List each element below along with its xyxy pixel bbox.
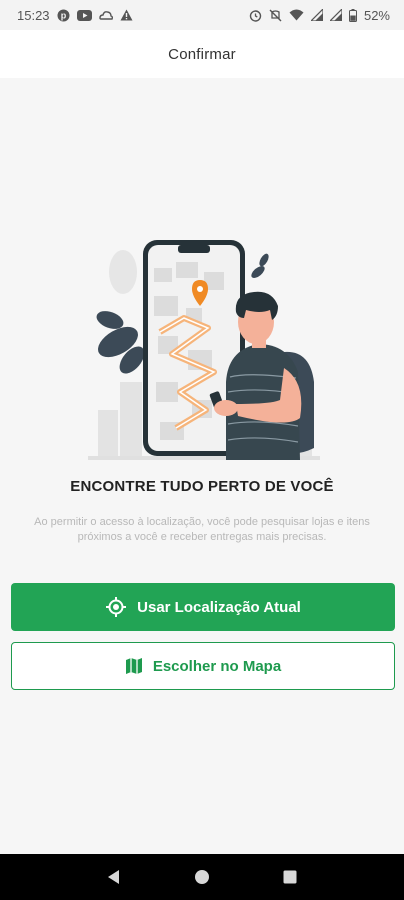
status-bar-left: 15:23 p <box>17 8 133 23</box>
svg-text:p: p <box>60 10 66 20</box>
recents-icon <box>283 870 297 884</box>
description: Ao permitir o acesso à localização, você… <box>34 516 370 543</box>
app-bar: Confirmar <box>0 30 404 78</box>
back-icon <box>108 870 119 884</box>
choose-on-map-label: Escolher no Mapa <box>152 657 282 675</box>
location-target-icon <box>105 596 127 618</box>
status-bar: 15:23 p 52% <box>0 0 404 30</box>
headline: ENCONTRE TUDO PERTO DE VOCÊ <box>70 478 334 495</box>
wifi-icon <box>289 9 304 21</box>
map-icon <box>125 657 143 675</box>
status-time: 15:23 <box>17 7 50 23</box>
battery-icon <box>348 8 357 22</box>
recents-button[interactable] <box>270 857 310 897</box>
cloud-icon <box>98 10 113 21</box>
signal-icon <box>310 9 323 21</box>
warning-icon <box>120 9 133 21</box>
home-button[interactable] <box>182 857 222 897</box>
use-current-location-button[interactable]: Usar Localização Atual <box>11 583 395 631</box>
pinterest-icon: p <box>57 9 70 22</box>
home-icon <box>195 870 209 884</box>
status-bar-right: 52% <box>249 8 390 23</box>
mute-icon <box>269 9 282 22</box>
use-current-location-label: Usar Localização Atual <box>137 598 301 616</box>
location-illustration <box>88 232 320 460</box>
choose-on-map-button[interactable]: Escolher no Mapa <box>11 642 395 690</box>
battery-level: 52% <box>363 7 390 23</box>
signal-icon <box>329 9 342 21</box>
alarm-icon <box>249 9 262 22</box>
page-title: Confirmar <box>168 45 236 63</box>
system-nav-bar <box>0 854 404 900</box>
back-button[interactable] <box>94 857 134 897</box>
youtube-icon <box>76 9 92 21</box>
